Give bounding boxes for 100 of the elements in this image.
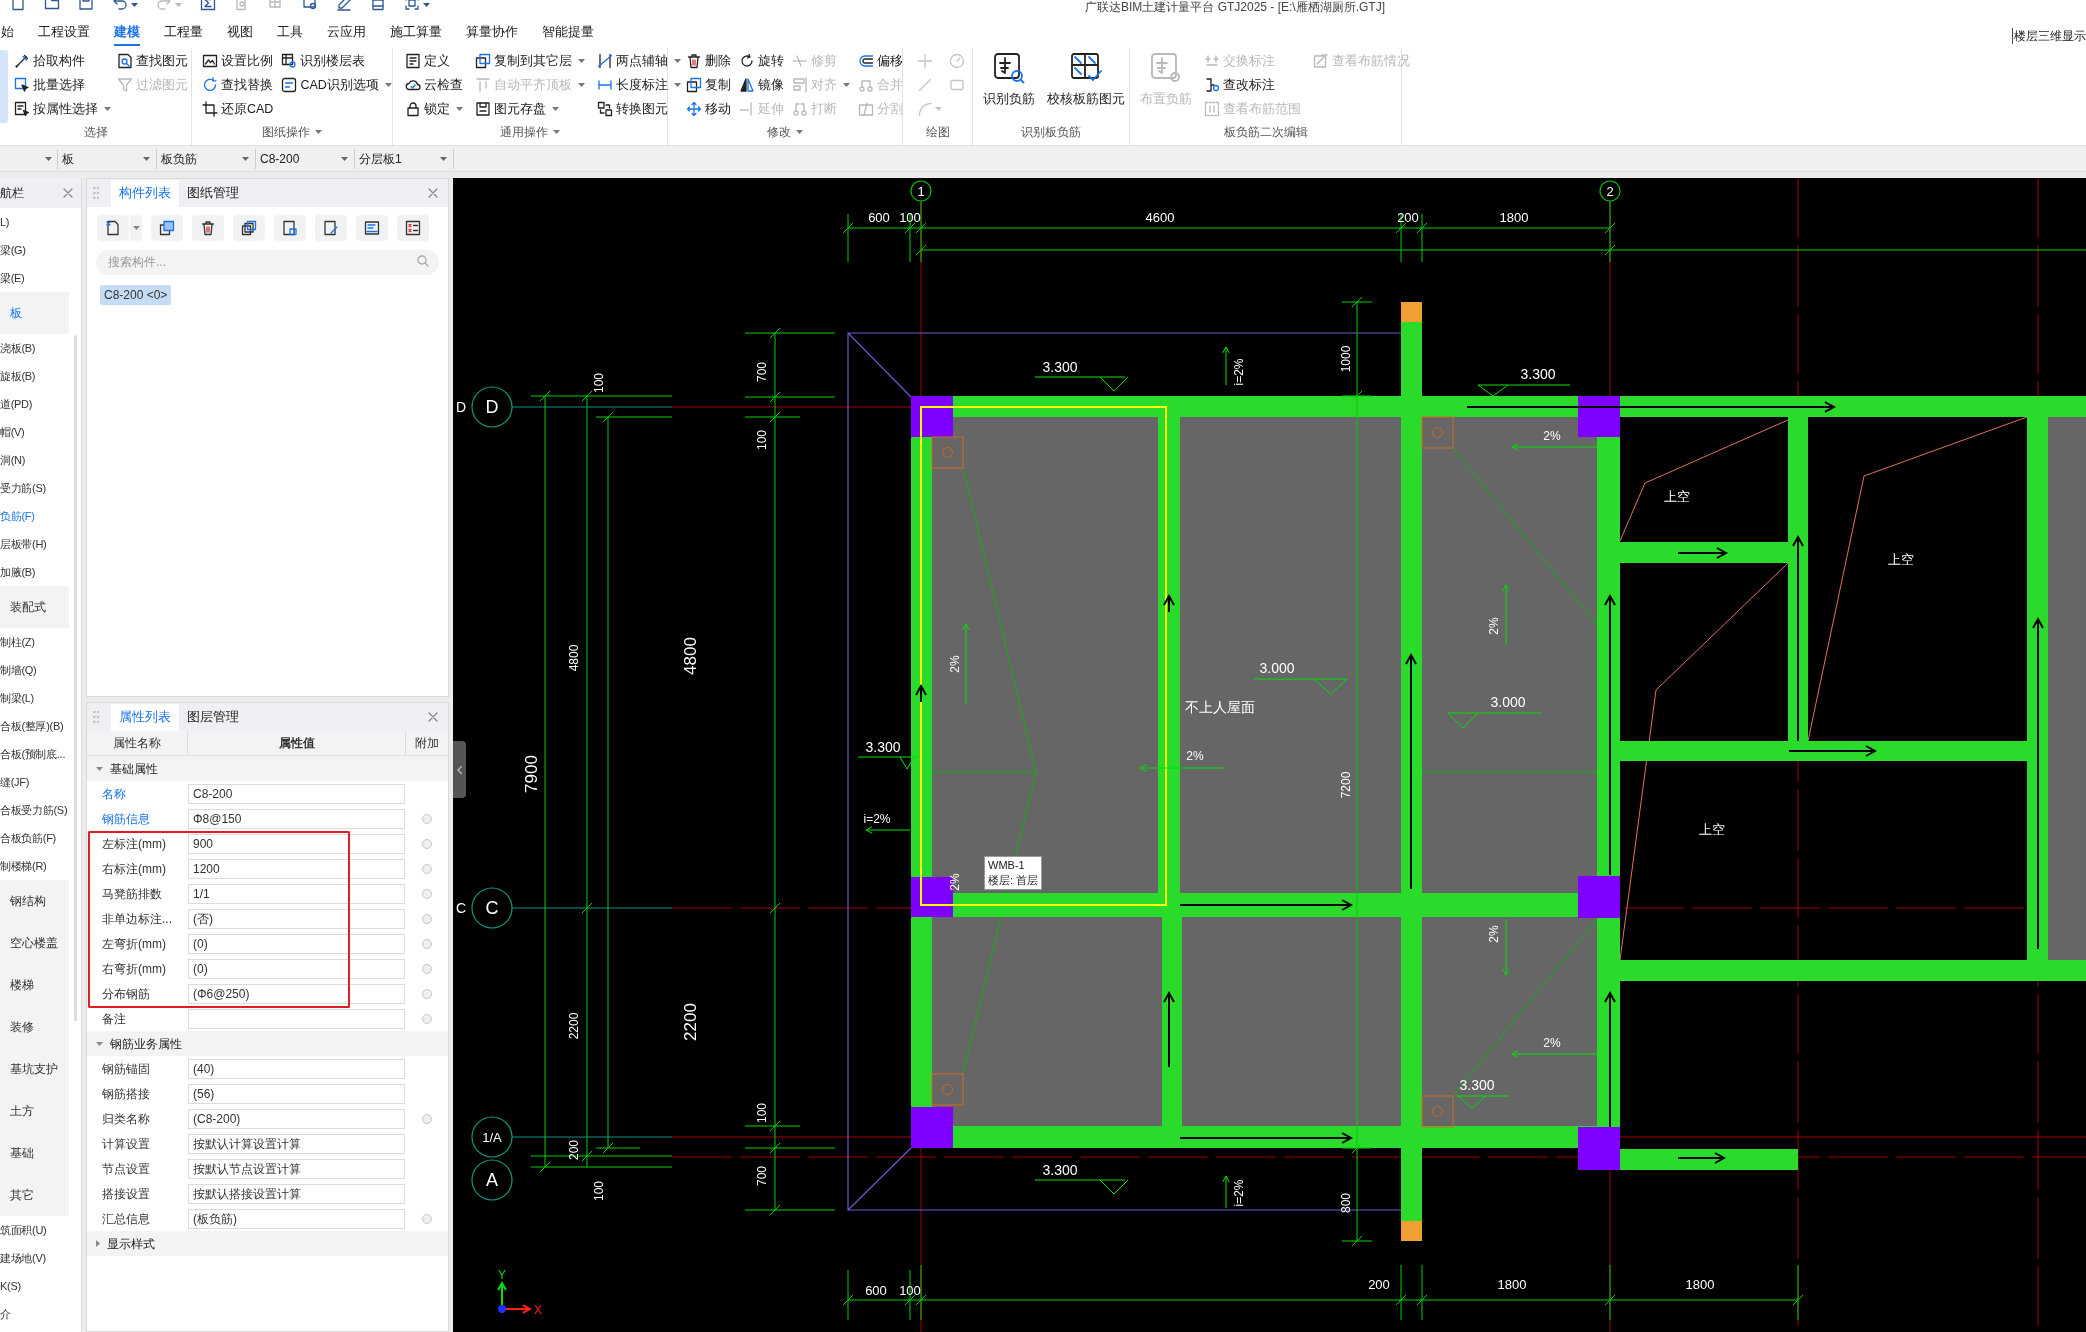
cloud-check-button[interactable]: 云检查	[405, 73, 463, 97]
drag-handle-icon[interactable]	[93, 187, 99, 199]
nav-item[interactable]: 层板带(H)	[0, 530, 71, 558]
close-icon[interactable]	[63, 188, 73, 198]
property-value-field[interactable]: (否)	[188, 908, 405, 929]
nav-item[interactable]: 受力筋(S)	[0, 474, 71, 502]
save-element-button[interactable]: 图元存盘	[475, 97, 585, 121]
property-value-field[interactable]: 1200	[188, 858, 405, 879]
two-point-axis-button[interactable]: 两点辅轴	[597, 49, 681, 73]
property-value-field[interactable]: (40)	[188, 1058, 405, 1079]
dropdown[interactable]: 板负筋	[157, 148, 256, 169]
menu-tab[interactable]: 云应用	[327, 20, 366, 46]
dropdown[interactable]: C8-200	[256, 148, 355, 169]
menu-tab[interactable]: 工程设置	[38, 20, 90, 46]
identify-floor-table-button[interactable]: 识别楼层表	[281, 49, 392, 73]
nav-category[interactable]: 空心楼盖	[0, 922, 69, 964]
parameter-button[interactable]	[397, 215, 429, 241]
nav-item[interactable]: 合板负筋(F)	[0, 824, 71, 852]
close-icon[interactable]	[428, 712, 438, 722]
property-value-field[interactable]: 1/1	[188, 883, 405, 904]
view-toggle-button[interactable]: 楼层三维显示	[2012, 28, 2086, 44]
group-header[interactable]: 显示样式	[87, 1231, 448, 1256]
attach-checkbox[interactable]	[422, 863, 432, 874]
nav-item[interactable]: 合板(整厚)(B)	[0, 712, 71, 740]
nav-category[interactable]: 板	[0, 292, 69, 334]
find-element-button[interactable]: 查找图元	[117, 49, 188, 73]
nav-category[interactable]: 楼梯	[0, 964, 69, 1006]
layer-copy-button[interactable]	[233, 215, 265, 241]
rotate-button[interactable]: 旋转	[739, 49, 784, 73]
component-item[interactable]: C8-200 <0>	[100, 285, 172, 305]
close-icon[interactable]	[428, 188, 438, 198]
nav-category[interactable]: 装修	[0, 1006, 69, 1048]
check-slab-rebar-button[interactable]: 校核板筋图元	[1047, 49, 1125, 107]
nav-item[interactable]: 制墙(Q)	[0, 656, 71, 684]
attach-checkbox[interactable]	[422, 988, 432, 999]
define-button[interactable]: 定义	[405, 49, 463, 73]
nav-category[interactable]: 基础	[0, 1132, 69, 1174]
property-value-field[interactable]: 按默认计算设置计算	[188, 1133, 405, 1154]
text-format-button[interactable]	[356, 215, 388, 241]
nav-category[interactable]: 其它	[0, 1174, 69, 1216]
cad-options-button[interactable]: CAD识别选项	[281, 73, 392, 97]
nav-category[interactable]: 装配式	[0, 586, 69, 628]
nav-item[interactable]: 制楼梯(R)	[0, 852, 71, 880]
pick-component-button[interactable]: 拾取构件	[14, 49, 111, 73]
nav-item[interactable]: 浇板(B)	[0, 334, 71, 362]
nav-item[interactable]: 介	[0, 1300, 71, 1328]
nav-item[interactable]: 筑面积(U)	[0, 1216, 71, 1244]
nav-item[interactable]: 合板(预制底...	[0, 740, 71, 768]
group-header[interactable]: 基础属性	[87, 756, 448, 781]
lock-button[interactable]: 锁定	[405, 97, 463, 121]
nav-item[interactable]: 合板受力筋(S)	[0, 796, 71, 824]
menu-tab[interactable]: 算量协作	[466, 20, 518, 46]
property-value-field[interactable]: (板负筋)	[188, 1208, 405, 1229]
property-value-field[interactable]: (56)	[188, 1083, 405, 1104]
nav-item[interactable]: 负筋(F)	[0, 502, 71, 530]
nav-item[interactable]: 制柱(Z)	[0, 628, 71, 656]
batch-select-button[interactable]: 批量选择	[14, 73, 111, 97]
edit-button[interactable]	[315, 215, 347, 241]
copy-button[interactable]: 复制	[686, 73, 731, 97]
length-dimension-button[interactable]: 长度标注	[597, 73, 681, 97]
copy-component-button[interactable]	[151, 215, 183, 241]
nav-item[interactable]: 洞(N)	[0, 446, 71, 474]
nav-category[interactable]: 钢结构	[0, 880, 69, 922]
nav-item[interactable]: K(S)	[0, 1272, 71, 1300]
new-component-button[interactable]	[97, 215, 129, 241]
delete-button[interactable]	[192, 215, 224, 241]
attach-checkbox[interactable]	[422, 1013, 432, 1024]
offset-button[interactable]: 偏移	[858, 49, 903, 73]
group-header[interactable]: 钢筋业务属性	[87, 1031, 448, 1056]
panel-tab[interactable]: 属性列表	[111, 704, 179, 731]
property-value-field[interactable]: (0)	[188, 958, 405, 979]
attach-checkbox[interactable]	[422, 1213, 432, 1224]
edit-label-button[interactable]: 查改标注	[1204, 73, 1301, 97]
nav-item[interactable]: 帽(V)	[0, 418, 71, 446]
nav-item[interactable]: 制梁(L)	[0, 684, 71, 712]
menu-tab[interactable]: 始	[1, 20, 14, 46]
import-button[interactable]	[274, 215, 306, 241]
select-by-property-button[interactable]: 按属性选择	[14, 97, 111, 121]
panel-tab[interactable]: 图层管理	[179, 704, 247, 731]
property-value-field[interactable]: C8-200	[188, 783, 405, 804]
attach-checkbox[interactable]	[422, 813, 432, 824]
attach-checkbox[interactable]	[422, 913, 432, 924]
menu-tab[interactable]: 建模	[114, 20, 140, 46]
property-value-field[interactable]	[188, 1008, 405, 1029]
search-field[interactable]: 搜索构件...	[96, 249, 439, 275]
nav-item[interactable]: 梁(E)	[0, 264, 71, 292]
dropdown[interactable]: 分层板1	[355, 148, 454, 169]
copy-to-floor-button[interactable]: 复制到其它层	[475, 49, 585, 73]
nav-item[interactable]: L)	[0, 208, 71, 236]
nav-category[interactable]: 土方	[0, 1090, 69, 1132]
set-scale-button[interactable]: 设置比例	[202, 49, 274, 73]
attach-checkbox[interactable]	[422, 1113, 432, 1124]
nav-item[interactable]: 旋板(B)	[0, 362, 71, 390]
menu-tab[interactable]: 视图	[227, 20, 253, 46]
menu-tab[interactable]: 工程量	[164, 20, 203, 46]
property-value-field[interactable]: (C8-200)	[188, 1108, 405, 1129]
nav-item[interactable]: 道(PD)	[0, 390, 71, 418]
scrollbar[interactable]	[74, 335, 77, 1021]
selected-tool-button[interactable]	[0, 50, 8, 123]
property-value-field[interactable]: 按默认搭接设置计算	[188, 1183, 405, 1204]
